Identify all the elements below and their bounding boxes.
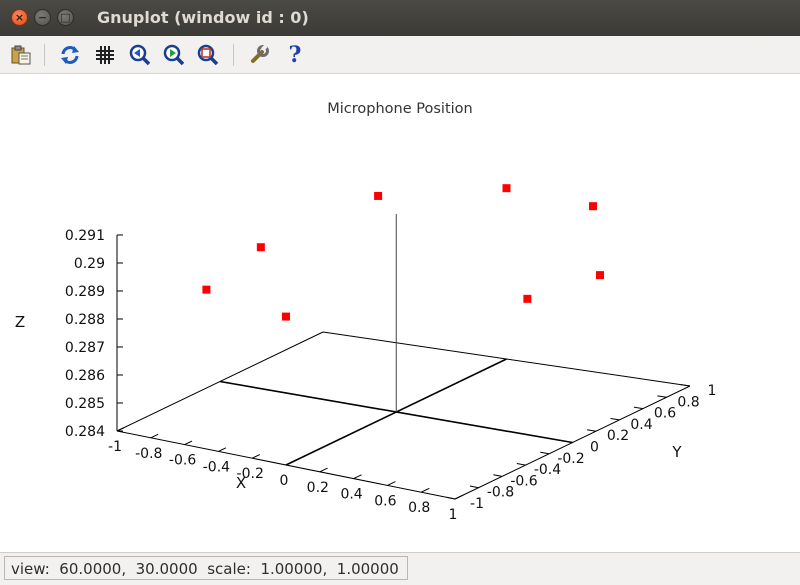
x-tick <box>319 467 328 473</box>
y-tick <box>633 406 644 410</box>
zoom-next-icon <box>163 44 185 66</box>
z-tick-label: 0.285 <box>65 396 105 412</box>
x-tick-label: -0.8 <box>135 446 162 462</box>
y-tick-label: 0.8 <box>677 394 699 410</box>
data-point <box>523 294 532 303</box>
x-tick <box>387 481 396 486</box>
x-tick-label: -0.6 <box>169 453 196 469</box>
replot-button[interactable] <box>58 43 82 67</box>
x-axis: -1 -0.8 -0.6 -0.4 -0.2 0 0.2 0.4 0.6 0.8 1 <box>108 427 464 523</box>
status-bar: view: 60.0000, 30.0000 scale: 1.00000, 1… <box>0 552 800 585</box>
x-tick-label: 0.6 <box>374 493 396 509</box>
z-axis-label: Z <box>15 313 25 331</box>
plot-area[interactable]: Microphone Position 0.284 0.285 0.286 0.287… <box>0 74 800 552</box>
zoom-previous-icon <box>129 44 151 66</box>
y-tick <box>493 474 503 477</box>
maximize-icon: □ <box>60 11 71 24</box>
x-tick <box>218 447 227 452</box>
chart-title: Microphone Position <box>327 101 472 117</box>
minimize-window-button[interactable]: − <box>34 9 51 26</box>
z-tick-label: 0.286 <box>65 368 105 384</box>
y-tick <box>610 417 620 421</box>
base-plane <box>116 214 691 500</box>
close-window-button[interactable]: × <box>11 9 28 26</box>
y-tick-label: 0.4 <box>630 417 652 433</box>
scatter-3d-chart: Microphone Position 0.284 0.285 0.286 0.287… <box>15 101 717 523</box>
y-tick <box>446 496 456 500</box>
grid-button[interactable] <box>93 43 117 67</box>
x-tick <box>285 460 294 466</box>
y-tick-label: 0.6 <box>654 406 676 422</box>
y-tick-label: 0.2 <box>607 428 629 444</box>
z-tick-label: 0.288 <box>65 312 105 328</box>
y-axis-label: Y <box>671 443 682 461</box>
copy-to-clipboard-icon <box>11 45 31 65</box>
x-tick-label: 1 <box>449 507 458 523</box>
y-tick-label: 1 <box>708 383 717 399</box>
zoom-previous-button[interactable] <box>128 43 152 67</box>
copy-to-clipboard-button[interactable] <box>9 43 33 67</box>
title-bar: × − □ Gnuplot (window id : 0) <box>0 0 800 36</box>
z-tick-label: 0.289 <box>65 284 105 300</box>
x-tick-label: 0.2 <box>307 480 329 496</box>
data-point <box>374 191 383 200</box>
y-tick <box>680 384 691 387</box>
x-tick-label: 0 <box>280 473 289 489</box>
x-tick <box>420 487 430 493</box>
y-tick <box>657 395 667 398</box>
replot-icon <box>61 46 79 64</box>
x-tick <box>251 454 261 459</box>
settings-icon <box>251 44 269 63</box>
z-tick-label: 0.29 <box>74 256 105 272</box>
close-icon: × <box>14 11 25 24</box>
minimize-icon: − <box>37 11 48 24</box>
y-tick <box>540 451 550 455</box>
x-tick-label: -0.4 <box>203 459 230 475</box>
z-tick-label: 0.291 <box>65 228 105 244</box>
status-panel: view: 60.0000, 30.0000 scale: 1.00000, 1… <box>4 556 408 580</box>
data-point <box>202 285 211 294</box>
maximize-window-button[interactable]: □ <box>57 9 74 26</box>
data-point <box>502 184 511 193</box>
x-tick <box>184 440 193 446</box>
help-button[interactable]: ? <box>283 43 307 67</box>
y-tick <box>587 429 597 432</box>
x-tick-label: -1 <box>108 439 122 455</box>
data-point <box>596 271 605 280</box>
autoscale-icon <box>197 44 219 66</box>
x-axis-label: X <box>236 474 246 492</box>
x-tick-label: 0.8 <box>408 500 430 516</box>
help-icon: ? <box>288 42 302 68</box>
data-point <box>282 312 290 321</box>
y-tick <box>516 463 526 466</box>
data-point <box>256 243 265 252</box>
x-tick <box>454 494 464 500</box>
y-tick <box>469 485 479 489</box>
settings-button[interactable] <box>247 43 271 67</box>
x-tick <box>353 474 362 480</box>
grid-icon <box>96 46 114 64</box>
x-tick <box>116 427 125 432</box>
y-tick-label: -0.2 <box>557 451 584 467</box>
z-tick-label: 0.287 <box>65 340 105 356</box>
x-tick-label: 0.4 <box>340 487 362 503</box>
autoscale-button[interactable] <box>196 43 220 67</box>
data-point <box>589 202 598 211</box>
y-tick-label: 0 <box>590 440 599 456</box>
y-tick-label: -1 <box>470 496 484 512</box>
data-points <box>202 184 605 321</box>
z-tick-label: 0.284 <box>65 424 105 440</box>
z-axis: 0.284 0.285 0.286 0.287 0.288 0.289 0.29 0.291 <box>65 228 123 440</box>
window-title: Gnuplot (window id : 0) <box>97 8 309 27</box>
toolbar: ? <box>0 36 800 74</box>
x-tick <box>150 433 159 439</box>
view-scale-readout: view: 60.0000, 30.0000 scale: 1.00000, 1… <box>11 560 399 578</box>
zoom-next-button[interactable] <box>162 43 186 67</box>
